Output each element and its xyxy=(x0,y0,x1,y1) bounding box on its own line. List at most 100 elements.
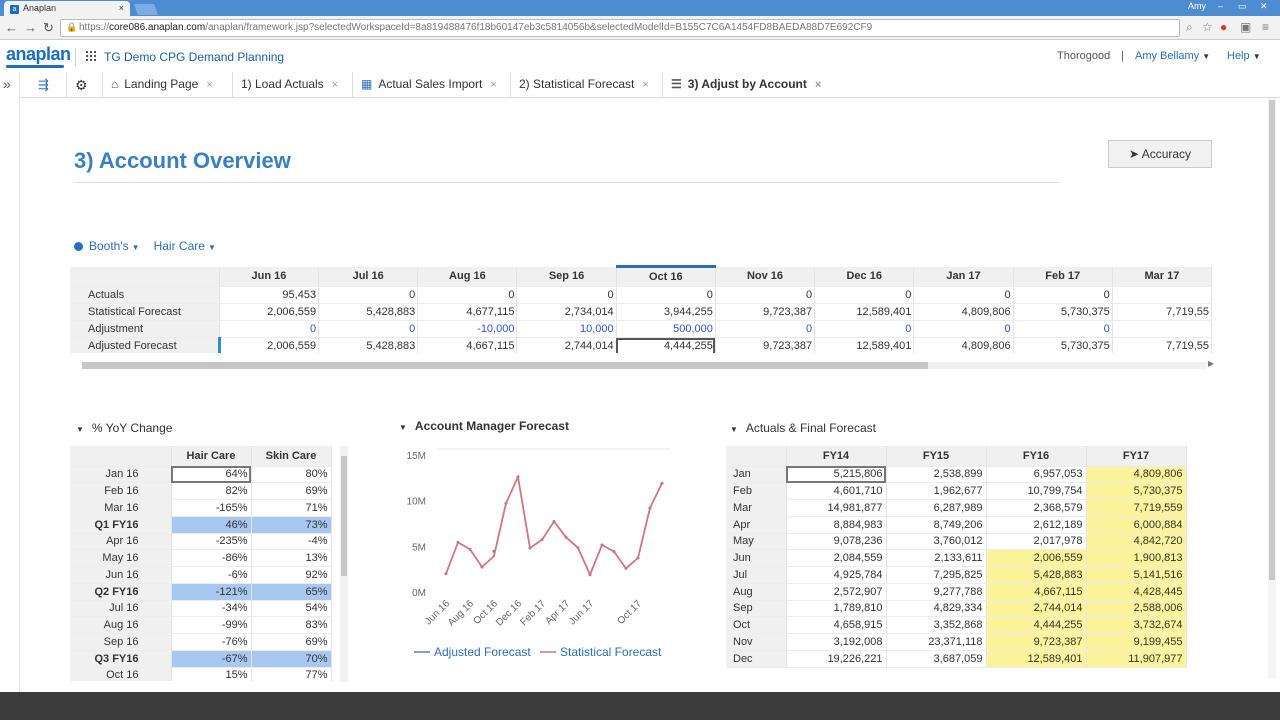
anaplan-logo[interactable]: anaplan xyxy=(6,44,71,65)
af-cell[interactable]: 14,981,877 xyxy=(786,499,887,517)
af-cell[interactable]: 9,199,455 xyxy=(1086,633,1187,651)
yoy-cell[interactable]: 54% xyxy=(251,600,332,618)
grid-cell[interactable]: 12,589,401 xyxy=(814,303,915,321)
af-cell[interactable]: 5,141,516 xyxy=(1086,566,1187,584)
yoy-cell[interactable]: 71% xyxy=(251,499,332,517)
af-cell[interactable]: 2,133,611 xyxy=(886,549,987,567)
grid-cell[interactable]: 0 xyxy=(715,320,816,338)
scrollbar-thumb[interactable] xyxy=(1269,100,1275,580)
horizontal-scrollbar[interactable]: ▶ xyxy=(82,359,1214,369)
row-header[interactable]: Sep xyxy=(726,600,787,618)
scrollbar-thumb[interactable] xyxy=(341,456,347,576)
grid-cell[interactable]: 10,000 xyxy=(516,320,617,338)
tab-statistical-forecast[interactable]: 2) Statistical Forecast × xyxy=(510,72,657,97)
row-header[interactable]: Aug 16 xyxy=(70,616,172,634)
yoy-cell[interactable]: 70% xyxy=(251,650,332,668)
forward-icon[interactable]: → xyxy=(24,20,37,35)
grid-cell[interactable]: 5,730,375 xyxy=(1013,303,1113,321)
row-header[interactable]: Jun xyxy=(726,549,787,567)
scrollbar-thumb[interactable] xyxy=(82,362,928,369)
row-header[interactable]: Feb xyxy=(726,482,787,500)
row-header[interactable]: Jul 16 xyxy=(70,600,172,618)
row-header[interactable]: Oct xyxy=(726,616,787,634)
period-column-header[interactable]: Dec 16 xyxy=(814,266,915,287)
grid-cell[interactable]: 5,428,883 xyxy=(318,303,419,321)
grid-cell[interactable]: 2,734,014 xyxy=(516,303,617,321)
accuracy-button[interactable]: ➤ Accuracy xyxy=(1108,140,1212,168)
row-header[interactable]: Dec xyxy=(726,650,787,668)
af-cell[interactable]: 3,352,868 xyxy=(886,616,987,634)
grid-cell[interactable]: 0 xyxy=(814,320,915,338)
collapse-caret-icon[interactable]: ▼ xyxy=(76,425,84,434)
back-icon[interactable]: ← xyxy=(5,20,18,35)
af-cell[interactable]: 2,588,006 xyxy=(1086,600,1187,618)
browser-tab[interactable]: a Anaplan × xyxy=(4,1,130,16)
tab-close-icon[interactable]: × xyxy=(206,79,212,91)
account-filter[interactable]: Booth's xyxy=(89,239,129,253)
browser-tab-close-icon[interactable]: × xyxy=(119,3,124,13)
period-column-header[interactable]: Oct 16 xyxy=(616,265,716,287)
af-cell[interactable]: 2,744,014 xyxy=(986,600,1087,618)
close-window-icon[interactable]: ✕ xyxy=(1260,1,1268,12)
yoy-cell[interactable]: -235% xyxy=(171,533,252,551)
af-cell[interactable]: 2,572,907 xyxy=(786,583,887,601)
af-cell[interactable]: 4,444,255 xyxy=(986,616,1087,634)
grid-cell[interactable]: 0 xyxy=(417,286,518,304)
yoy-cell[interactable]: -67% xyxy=(171,650,252,668)
yoy-cell[interactable]: 69% xyxy=(251,633,332,651)
row-header[interactable]: Adjusted Forecast xyxy=(70,337,221,353)
yoy-cell[interactable]: 73% xyxy=(251,516,332,534)
grid-cell[interactable]: 500,000 xyxy=(616,320,716,338)
chevron-down-icon[interactable]: ▼ xyxy=(132,243,140,252)
yoy-cell[interactable]: 80% xyxy=(251,466,332,484)
reload-icon[interactable]: ↻ xyxy=(43,20,54,36)
af-cell[interactable]: 1,962,677 xyxy=(886,482,987,500)
af-cell[interactable]: 3,760,012 xyxy=(886,533,987,551)
af-cell[interactable]: 19,226,221 xyxy=(786,650,887,668)
period-column-header[interactable]: Mar 17 xyxy=(1112,266,1212,287)
chevron-down-icon[interactable]: ▼ xyxy=(208,243,216,252)
grid-cell[interactable]: 4,809,806 xyxy=(913,303,1014,321)
grid-cell[interactable]: 2,006,559 xyxy=(219,303,320,321)
side-panel-toggle[interactable]: » xyxy=(0,72,20,692)
chart-section-header[interactable]: ▼ Account Manager Forecast xyxy=(399,419,569,433)
legend-label[interactable]: Adjusted Forecast xyxy=(434,645,531,659)
yoy-cell[interactable]: 69% xyxy=(251,482,332,500)
collapse-caret-icon[interactable]: ▼ xyxy=(730,425,738,434)
yoy-cell[interactable]: -6% xyxy=(171,566,252,584)
row-header[interactable]: Mar xyxy=(726,499,787,517)
zoom-icon[interactable]: ⌕ xyxy=(1186,20,1193,35)
category-filter[interactable]: Hair Care xyxy=(154,239,205,253)
af-cell[interactable]: 4,658,915 xyxy=(786,616,887,634)
tab-landing-page[interactable]: ⌂ Landing Page × xyxy=(102,72,221,97)
yoy-cell[interactable]: 46% xyxy=(171,516,252,534)
af-cell[interactable]: 8,749,206 xyxy=(886,516,987,534)
row-header[interactable]: Oct 16 xyxy=(70,667,172,681)
address-bar[interactable]: 🔒 https://core086.anaplan.com/anaplan/fra… xyxy=(60,19,1180,37)
settings-gear-icon[interactable]: ⚙ xyxy=(66,72,96,97)
af-cell[interactable]: 2,612,189 xyxy=(986,516,1087,534)
period-column-header[interactable]: Jul 16 xyxy=(318,266,419,287)
grid-cell[interactable]: 2,744,014 xyxy=(516,337,617,353)
grid-cell[interactable]: 9,723,387 xyxy=(715,303,816,321)
vertical-scrollbar[interactable] xyxy=(340,446,348,682)
af-cell[interactable]: 4,601,710 xyxy=(786,482,887,500)
period-column-header[interactable]: Sep 16 xyxy=(516,266,617,287)
af-section-header[interactable]: ▼ Actuals & Final Forecast xyxy=(730,421,876,435)
period-column-header[interactable]: Aug 16 xyxy=(417,266,518,287)
year-column-header[interactable]: FY15 xyxy=(886,446,987,467)
yoy-cell[interactable]: -34% xyxy=(171,600,252,618)
tab-close-icon[interactable]: × xyxy=(332,79,338,91)
yoy-cell[interactable]: -99% xyxy=(171,616,252,634)
row-header[interactable]: May xyxy=(726,533,787,551)
browser-user-label[interactable]: Amy xyxy=(1188,1,1206,11)
af-cell[interactable]: 6,000,884 xyxy=(1086,516,1187,534)
grid-cell[interactable]: 0 xyxy=(616,286,716,304)
af-cell[interactable]: 6,957,053 xyxy=(986,466,1087,484)
grid-cell[interactable]: 0 xyxy=(1013,286,1113,304)
af-cell[interactable]: 1,900,813 xyxy=(1086,549,1187,567)
row-header[interactable]: Nov xyxy=(726,633,787,651)
column-header[interactable]: Skin Care xyxy=(251,446,332,467)
yoy-cell[interactable]: 83% xyxy=(251,616,332,634)
af-cell[interactable]: 4,842,720 xyxy=(1086,533,1187,551)
